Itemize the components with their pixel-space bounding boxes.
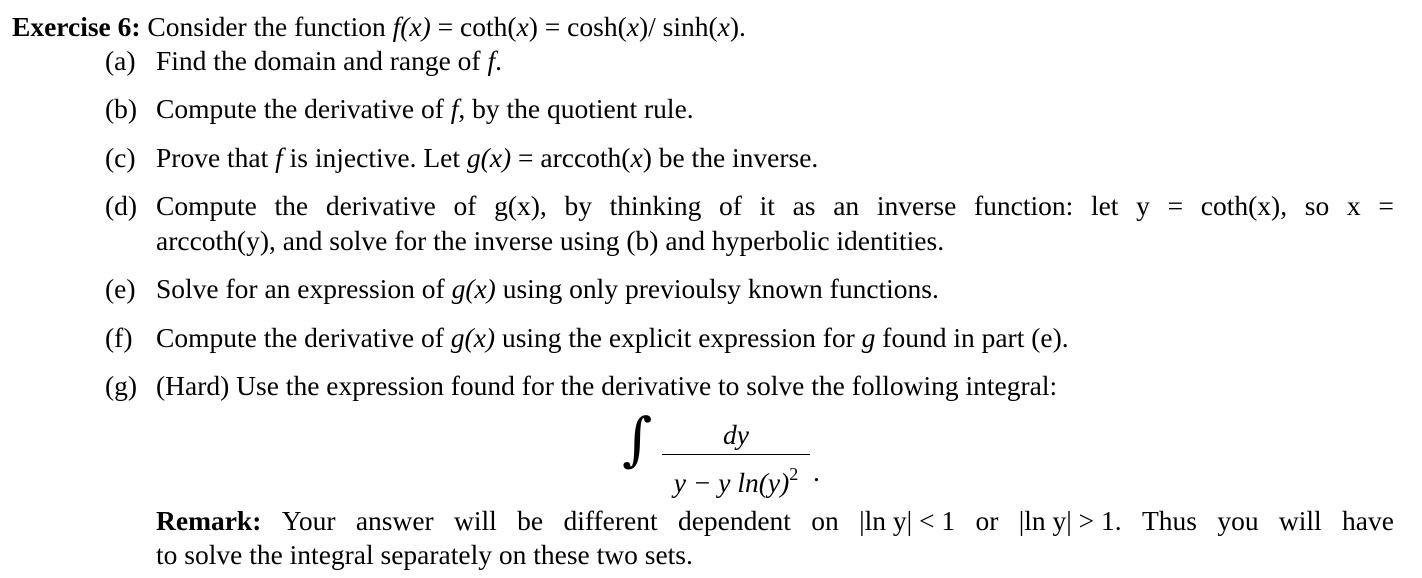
part-label: (d) (105, 190, 138, 221)
fraction-denominator: y − y ln(y)2 (662, 457, 810, 498)
word: Compute (156, 190, 257, 221)
word: will (454, 505, 497, 536)
part-label: (a) (105, 45, 136, 76)
word: answer (355, 505, 434, 536)
word: derivative (325, 190, 436, 221)
word: dependent (677, 505, 791, 536)
part-d-line-1: Compute the derivative of g(x), by thinking of i… (156, 192, 1394, 220)
word: it (759, 190, 775, 221)
part-math-3: x (630, 142, 643, 173)
intro-prefix: Consider the function (147, 11, 393, 42)
intro-eq1: = coth( (430, 11, 517, 42)
word: Your (281, 505, 336, 536)
intro-x1: x (516, 11, 529, 42)
part-text-end: ) be the inverse. (642, 142, 819, 173)
exercise-heading: Exercise 6: (12, 11, 141, 42)
word: or (975, 505, 999, 536)
fraction-numerator: dy (723, 419, 749, 450)
part-text-after: . (495, 45, 502, 76)
remark-label: Remark: (156, 505, 262, 536)
part-text: Prove that f is injective. Let g(x) = ar… (156, 144, 818, 172)
denominator-exponent: 2 (789, 464, 799, 484)
part-math-2: g(x) (466, 142, 512, 173)
remark-line-2: to solve the integral separately on thes… (156, 539, 693, 570)
word: by (564, 190, 592, 221)
integral-sign: ∫ (622, 405, 653, 473)
intro-eq3: )/ sinh( (638, 11, 718, 42)
exercise-intro: Exercise 6: Consider the function f(x) =… (12, 13, 746, 41)
part-text: Compute the derivative of g(x) using the… (156, 324, 1069, 352)
word: as (792, 190, 816, 221)
word: thinking (609, 190, 702, 221)
word: of (453, 190, 477, 221)
part-d-line-2: arccoth(y), and solve for the inverse us… (156, 225, 945, 256)
word: on (811, 505, 839, 536)
intro-x3: x (717, 11, 730, 42)
intro-x2: x (626, 11, 639, 42)
word: different (563, 505, 658, 536)
part-text-mid: using the explicit expression for (495, 322, 862, 353)
word: Thus (1141, 505, 1197, 536)
part-text: Compute the derivative of f, by the quot… (156, 95, 694, 123)
part-text-mid: is injective. Let (282, 142, 467, 173)
part-label: (g) (105, 370, 138, 401)
part-text-before: Solve for an expression of (156, 273, 452, 304)
word: so (1304, 190, 1330, 221)
remark-line-1: Remark: Your answer will be different dependen… (156, 507, 1394, 535)
part-text-after: = arccoth( (511, 142, 631, 173)
part-math-2: g (861, 322, 876, 353)
word: an (833, 190, 860, 221)
part-label: (e) (105, 273, 136, 304)
fraction: dy y − y ln(y)2 (662, 418, 810, 498)
word: |ln y| < 1 (859, 505, 956, 536)
part-math: f (275, 142, 283, 173)
part-text: Find the domain and range of f. (156, 47, 502, 75)
part-label: (f) (105, 322, 133, 353)
word: coth(x), (1200, 190, 1288, 221)
part-math: g(x) (451, 273, 496, 304)
word: y (1136, 190, 1150, 221)
part-math: g(x) (450, 322, 496, 353)
part-text-before: Compute the derivative of (156, 322, 451, 353)
part-text-after: using only previoulsy known functions. (495, 273, 939, 304)
exercise-document: Exercise 6: Consider the function f(x) =… (0, 0, 1422, 578)
part-label: (c) (105, 142, 136, 173)
integral-display: ∫ dy y − y ln(y)2 . (622, 410, 852, 498)
word: you (1217, 505, 1259, 536)
fraction-bar (662, 454, 810, 455)
word: g(x), (494, 190, 547, 221)
part-text-before: Find the domain and range of (156, 45, 488, 76)
word: of (719, 190, 742, 221)
word: = (1167, 190, 1184, 221)
part-math: f (487, 45, 496, 76)
word: let (1090, 190, 1119, 221)
word: will (1278, 505, 1322, 536)
part-label: (b) (105, 93, 138, 124)
part-text-after: found in part (e). (875, 322, 1069, 353)
part-text-after: , by the quotient rule. (458, 93, 694, 124)
word: inverse (876, 190, 957, 221)
part-text: Solve for an expression of g(x) using on… (156, 275, 939, 303)
part-text-before: Compute the derivative of (156, 93, 451, 124)
denominator-main: y − y ln(y) (673, 467, 790, 498)
intro-eq2: ) = cosh( (528, 11, 627, 42)
intro-suffix: ). (729, 11, 746, 42)
part-text: (Hard) Use the expression found for the … (156, 370, 1058, 401)
word: |ln y| > 1. (1018, 505, 1122, 536)
word: x (1346, 190, 1361, 221)
word: function: (973, 190, 1074, 221)
part-text-before: Prove that (156, 142, 276, 173)
word: have (1342, 505, 1394, 536)
word: the (274, 190, 309, 221)
integral-period: . (813, 456, 820, 487)
intro-f-of-x: f(x) (392, 11, 431, 42)
word: = (1378, 190, 1394, 221)
word: be (517, 505, 544, 536)
